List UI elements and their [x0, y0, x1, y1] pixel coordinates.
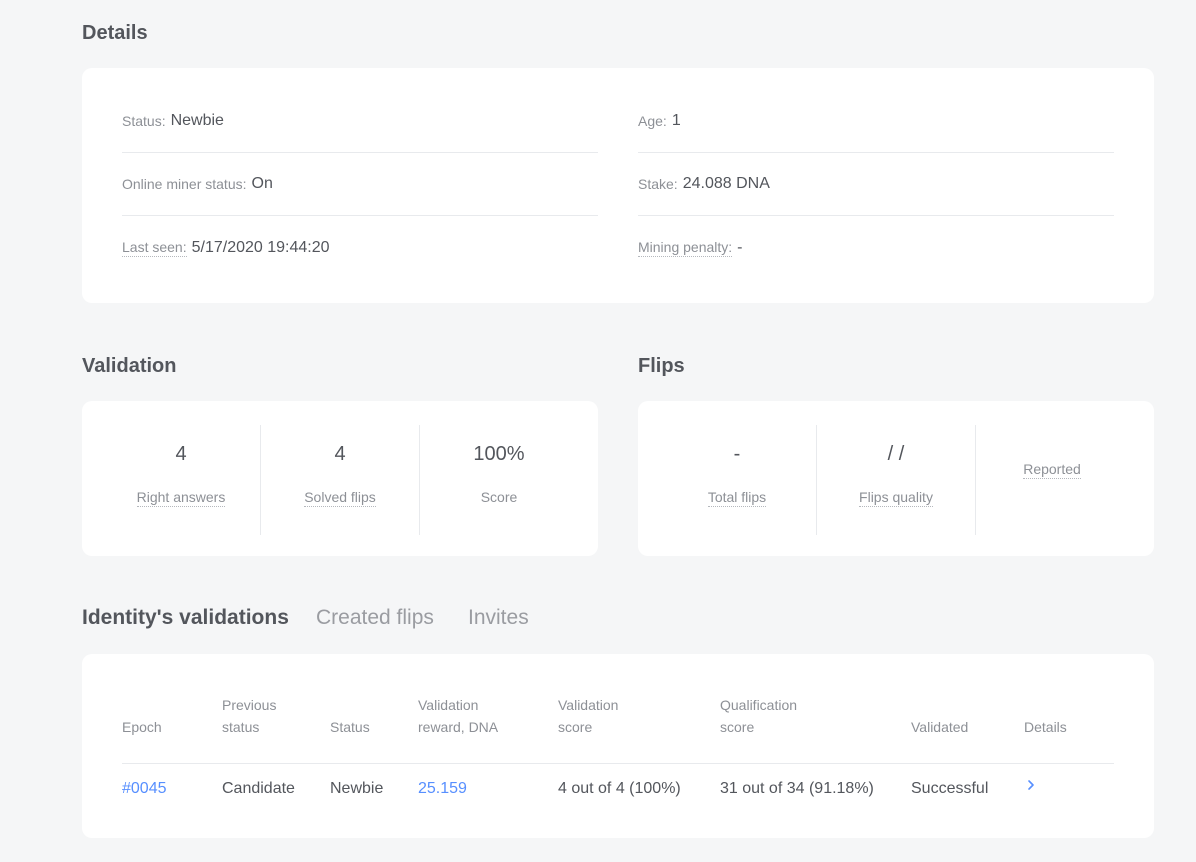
last-seen-value: 5/17/2020 19:44:20 [191, 238, 330, 256]
header-qualification-score-line2: score [720, 719, 755, 735]
right-answers-value: 4 [175, 443, 187, 465]
mining-penalty-label[interactable]: Mining penalty: [638, 238, 733, 257]
header-validation-score-line2: score [558, 719, 593, 735]
header-validation-reward-line1: Validation [418, 697, 479, 713]
reported-stat: Reported [976, 425, 1128, 535]
flips-card: - Total flips / / Flips quality Reported [638, 401, 1154, 556]
age-label: Age: [638, 113, 667, 129]
header-qualification-score-line1: Qualification [720, 697, 798, 713]
flips-quality-stat: / / Flips quality [817, 425, 976, 535]
details-card: Status: Newbie Age: 1 Online miner statu… [82, 68, 1154, 303]
miner-status-label: Online miner status: [122, 176, 247, 192]
tab-created-flips[interactable]: Created flips [316, 606, 434, 630]
tab-identity-validations[interactable]: Identity's validations [82, 606, 289, 630]
stake-value: 24.088 DNA [682, 175, 770, 192]
miner-status-value: On [251, 175, 273, 192]
status-row: Status: Newbie [122, 90, 598, 153]
epoch-link[interactable]: #0045 [122, 780, 167, 798]
chevron-right-icon[interactable] [1026, 778, 1042, 798]
qualification-score-cell: 31 out of 34 (91.18%) [720, 780, 874, 797]
total-flips-value: - [733, 443, 741, 465]
validated-cell: Successful [911, 780, 989, 797]
status-cell: Newbie [330, 780, 384, 797]
header-previous-status: Previous status [222, 694, 276, 738]
mining-penalty-row: Mining penalty: - [638, 216, 1114, 279]
flips-quality-value: / / [887, 443, 905, 465]
score-value: 100% [473, 443, 525, 465]
header-validation-reward: Validation reward, DNA [418, 694, 498, 738]
table-header-divider [122, 763, 1114, 764]
header-validation-score-line1: Validation [558, 697, 619, 713]
score-stat: 100% Score [420, 425, 578, 535]
validation-score-cell: 4 out of 4 (100%) [558, 780, 681, 797]
header-validation-score: Validation score [558, 694, 618, 738]
flips-quality-label[interactable]: Flips quality [859, 489, 933, 507]
tab-invites[interactable]: Invites [468, 606, 529, 630]
header-qualification-score: Qualification score [720, 694, 797, 738]
header-details: Details [1024, 719, 1067, 735]
miner-status-row: Online miner status: On [122, 153, 598, 216]
score-label: Score [480, 489, 518, 505]
solved-flips-value: 4 [334, 443, 346, 465]
reported-label[interactable]: Reported [1023, 461, 1081, 479]
stake-row: Stake: 24.088 DNA [638, 153, 1114, 216]
header-validated: Validated [911, 719, 969, 735]
validation-card: 4 Right answers 4 Solved flips 100% Scor… [82, 401, 598, 556]
header-status: Status [330, 719, 370, 735]
reward-link[interactable]: 25.159 [418, 780, 467, 798]
validations-table: Epoch Previous status Status Validation … [82, 654, 1154, 838]
right-answers-label[interactable]: Right answers [136, 489, 226, 507]
total-flips-stat: - Total flips [658, 425, 817, 535]
solved-flips-stat: 4 Solved flips [261, 425, 420, 535]
flips-title: Flips [638, 355, 685, 377]
status-label: Status: [122, 113, 166, 129]
previous-status-cell: Candidate [222, 780, 295, 797]
right-answers-stat: 4 Right answers [102, 425, 261, 535]
status-value: Newbie [170, 112, 224, 129]
details-title: Details [82, 22, 148, 44]
header-epoch: Epoch [122, 719, 162, 735]
age-value: 1 [671, 112, 681, 129]
stake-label: Stake: [638, 176, 678, 192]
age-row: Age: 1 [638, 90, 1114, 153]
page: Details Status: Newbie Age: 1 Online min… [0, 0, 1196, 862]
last-seen-row: Last seen: 5/17/2020 19:44:20 [122, 216, 598, 279]
header-previous-status-line1: Previous [222, 697, 277, 713]
total-flips-label[interactable]: Total flips [707, 489, 767, 507]
last-seen-label[interactable]: Last seen: [122, 238, 187, 257]
validation-title: Validation [82, 355, 177, 377]
header-previous-status-line2: status [222, 719, 260, 735]
header-validation-reward-line2: reward, DNA [418, 719, 499, 735]
mining-penalty-value: - [737, 238, 743, 256]
solved-flips-label[interactable]: Solved flips [304, 489, 376, 507]
